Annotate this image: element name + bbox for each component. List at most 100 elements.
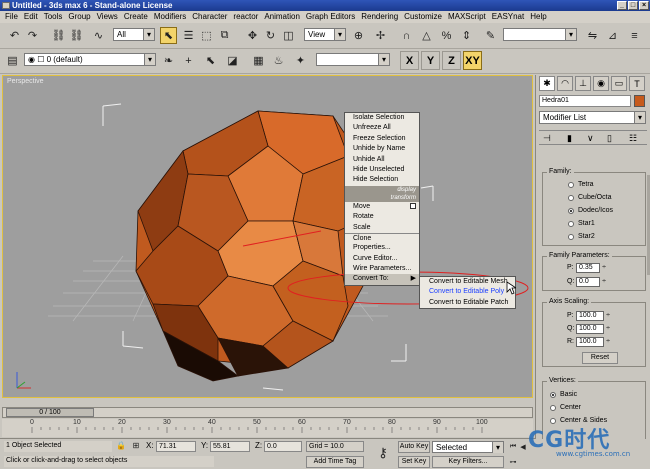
undo-icon[interactable]: ↶ bbox=[6, 27, 23, 44]
family-star1-radio[interactable]: Star1 bbox=[568, 220, 595, 227]
utilities-tab-icon[interactable]: T bbox=[629, 76, 645, 91]
select-layer-icon[interactable]: ⬉ bbox=[202, 52, 219, 69]
menu-edit[interactable]: Edit bbox=[21, 11, 41, 23]
pivot-point-icon[interactable]: ⊕ bbox=[350, 27, 367, 44]
key-mode-toggle-icon[interactable]: ⊶ bbox=[508, 456, 518, 467]
select-and-scale-icon[interactable]: ◫ bbox=[280, 27, 297, 44]
redo-icon[interactable]: ↷ bbox=[24, 27, 41, 44]
absolute-mode-icon[interactable]: ⊞ bbox=[130, 439, 142, 451]
menu-views[interactable]: Views bbox=[94, 11, 121, 23]
select-object-icon[interactable]: ⬉ bbox=[160, 27, 177, 44]
y-coordinate-field[interactable]: 55.81 bbox=[210, 441, 250, 452]
menu-unhide-all[interactable]: Unhide All bbox=[345, 155, 419, 165]
maximize-button[interactable]: □ bbox=[628, 1, 638, 10]
go-to-start-icon[interactable]: ⏮ bbox=[508, 441, 518, 452]
menu-help[interactable]: Help bbox=[527, 11, 549, 23]
menu-tools[interactable]: Tools bbox=[41, 11, 66, 23]
restrict-x-button[interactable]: X bbox=[400, 51, 419, 70]
render-setup-icon[interactable]: ♨ bbox=[270, 52, 287, 69]
render-type-dropdown[interactable] bbox=[316, 53, 390, 66]
menu-reactor[interactable]: reactor bbox=[230, 11, 261, 23]
object-name-field[interactable]: Hedra01 bbox=[539, 95, 631, 107]
reset-button[interactable]: Reset bbox=[582, 352, 618, 364]
menu-wire-parameters[interactable]: Wire Parameters... bbox=[345, 264, 419, 274]
menu-move[interactable]: Move bbox=[345, 202, 419, 212]
perspective-viewport[interactable]: Perspective bbox=[2, 75, 533, 398]
menu-rotate[interactable]: Rotate bbox=[345, 212, 419, 222]
menu-graph-editors[interactable]: Graph Editors bbox=[303, 11, 358, 23]
menu-group[interactable]: Group bbox=[65, 11, 93, 23]
modify-tab-icon[interactable]: ◠ bbox=[557, 76, 573, 91]
move-settings-icon[interactable] bbox=[410, 202, 416, 209]
menu-modifiers[interactable]: Modifiers bbox=[151, 11, 189, 23]
vertex-center-radio[interactable]: Center bbox=[550, 404, 581, 411]
layer-dropdown[interactable]: ◉ ☐ 0 (default) bbox=[24, 53, 156, 66]
auto-key-button[interactable]: Auto Key bbox=[398, 441, 430, 453]
percent-snap-icon[interactable]: % bbox=[438, 27, 455, 44]
menu-convert-to[interactable]: Convert To: ▶ bbox=[345, 274, 419, 285]
family-tetra-radio[interactable]: Tetra bbox=[568, 181, 594, 188]
track-bar[interactable]: 0 10 20 30 40 50 60 70 80 90 100 bbox=[2, 419, 533, 437]
align-icon[interactable]: ⊿ bbox=[604, 27, 621, 44]
create-tab-icon[interactable]: ✱ bbox=[539, 76, 555, 91]
create-layer-icon[interactable]: ❧ bbox=[160, 52, 177, 69]
restrict-z-button[interactable]: Z bbox=[442, 51, 461, 70]
quick-render-icon[interactable]: ✦ bbox=[292, 52, 309, 69]
restrict-xy-button[interactable]: XY bbox=[463, 51, 482, 70]
make-unique-icon[interactable]: ∨ bbox=[587, 133, 594, 144]
key-mode-dropdown[interactable]: Selected bbox=[432, 441, 504, 453]
layer-icon[interactable]: ▤ bbox=[4, 52, 21, 69]
reference-coordinate-dropdown[interactable]: View bbox=[304, 28, 346, 41]
menu-customize[interactable]: Customize bbox=[401, 11, 445, 23]
menu-hide-unselected[interactable]: Hide Unselected bbox=[345, 165, 419, 175]
minimize-button[interactable]: _ bbox=[617, 1, 627, 10]
configure-modifier-sets-icon[interactable]: ☷ bbox=[629, 133, 637, 144]
layer-manager-icon[interactable]: ≡ bbox=[626, 27, 643, 44]
remove-modifier-icon[interactable]: ▯ bbox=[607, 133, 612, 144]
spinner-snap-icon[interactable]: ⇕ bbox=[458, 27, 475, 44]
modifier-list-dropdown[interactable]: Modifier List bbox=[539, 111, 646, 124]
hierarchy-tab-icon[interactable]: ⊥ bbox=[575, 76, 591, 91]
previous-frame-icon[interactable]: ◀ bbox=[518, 441, 528, 452]
x-coordinate-field[interactable]: 71.31 bbox=[156, 441, 196, 452]
mirror-icon[interactable]: ⇋ bbox=[584, 27, 601, 44]
menu-freeze-selection[interactable]: Freeze Selection bbox=[345, 134, 419, 144]
selection-filter-dropdown[interactable]: All bbox=[113, 28, 155, 41]
p-spinner[interactable]: 0.35 bbox=[576, 263, 608, 273]
menu-rendering[interactable]: Rendering bbox=[358, 11, 401, 23]
menu-easynat[interactable]: EASYnat bbox=[489, 11, 527, 23]
select-and-rotate-icon[interactable]: ↻ bbox=[262, 27, 279, 44]
axis-p-spinner[interactable]: 100.0 bbox=[576, 311, 612, 321]
add-to-layer-icon[interactable]: + bbox=[180, 52, 197, 69]
vertex-basic-radio[interactable]: Basic bbox=[550, 391, 577, 398]
angle-snap-icon[interactable]: △ bbox=[418, 27, 435, 44]
time-slider[interactable]: 0 / 100 bbox=[6, 408, 94, 417]
restrict-y-button[interactable]: Y bbox=[421, 51, 440, 70]
convert-to-editable-poly[interactable]: Convert to Editable Poly bbox=[420, 287, 515, 297]
unlink-icon[interactable]: ⛓ bbox=[68, 27, 85, 44]
snap-toggle-icon[interactable]: ∩ bbox=[398, 27, 415, 44]
named-selection-icon[interactable]: ✎ bbox=[482, 27, 499, 44]
rectangular-selection-icon[interactable]: ⬚ bbox=[198, 27, 215, 44]
select-by-name-icon[interactable]: ☰ bbox=[180, 27, 197, 44]
display-tab-icon[interactable]: ▭ bbox=[611, 76, 627, 91]
show-end-result-icon[interactable]: ▮ bbox=[567, 133, 572, 144]
named-selection-sets-dropdown[interactable] bbox=[503, 28, 577, 41]
set-key-button[interactable]: Set Key bbox=[398, 456, 430, 468]
z-coordinate-field[interactable]: 0.0 bbox=[264, 441, 302, 452]
menu-scale[interactable]: Scale bbox=[345, 223, 419, 233]
convert-to-editable-patch[interactable]: Convert to Editable Patch bbox=[420, 298, 515, 308]
set-key-icon[interactable]: ⚷ bbox=[372, 444, 394, 462]
menu-file[interactable]: File bbox=[2, 11, 21, 23]
q-spinner[interactable]: 0.0 bbox=[576, 277, 608, 287]
object-color-swatch[interactable] bbox=[634, 95, 645, 107]
family-star2-radio[interactable]: Star2 bbox=[568, 233, 595, 240]
axis-q-spinner[interactable]: 100.0 bbox=[576, 324, 612, 334]
key-filters-button[interactable]: Key Filters... bbox=[432, 456, 504, 468]
axis-r-spinner[interactable]: 100.0 bbox=[576, 337, 612, 347]
add-time-tag-button[interactable]: Add Time Tag bbox=[306, 456, 364, 468]
menu-hide-selection[interactable]: Hide Selection bbox=[345, 175, 419, 185]
pin-stack-icon[interactable]: ⊣ bbox=[543, 133, 551, 144]
hedra-object[interactable] bbox=[135, 110, 374, 382]
select-and-manipulate-icon[interactable]: ✢ bbox=[372, 27, 389, 44]
